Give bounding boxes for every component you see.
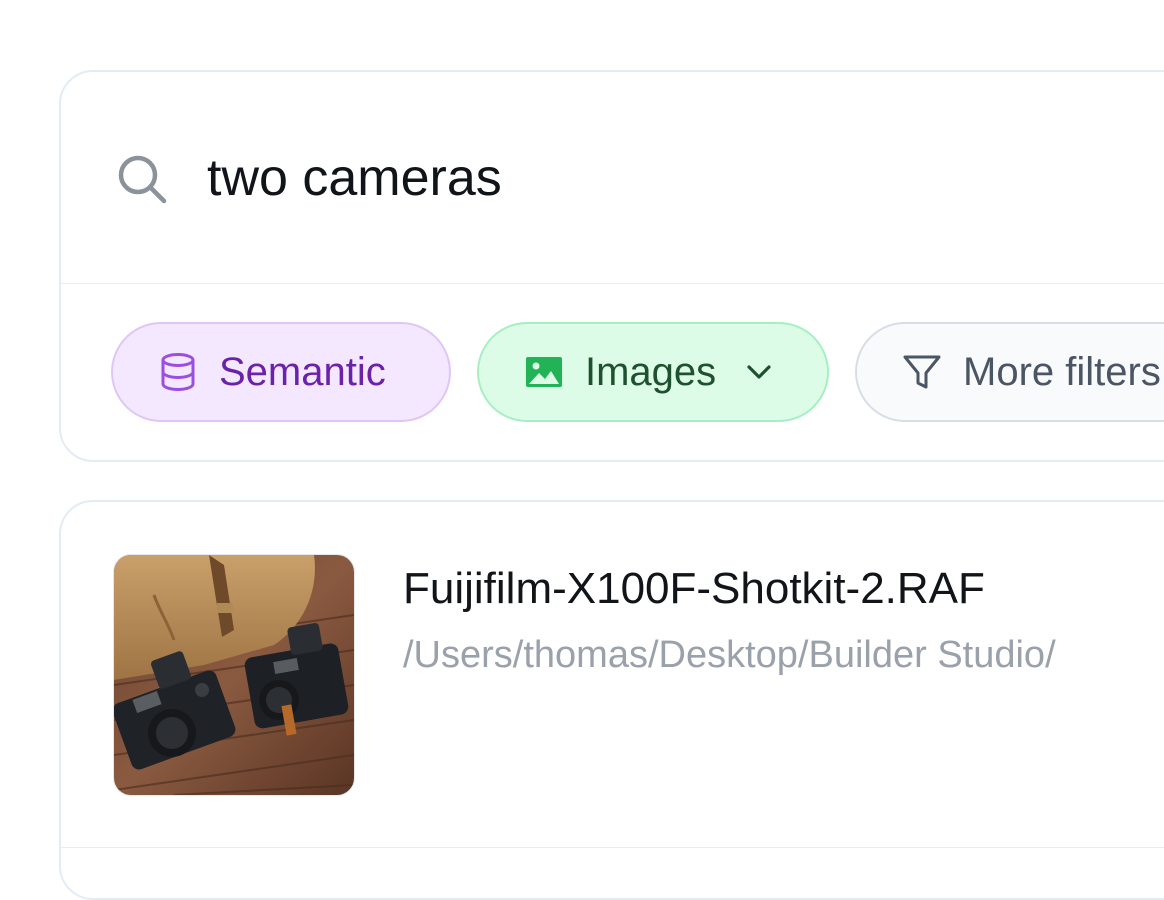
divider bbox=[61, 847, 1164, 848]
more-filters-button[interactable]: More filters bbox=[855, 322, 1164, 422]
chevron-down-icon bbox=[747, 365, 771, 379]
search-icon bbox=[118, 155, 167, 204]
semantic-filter-chip[interactable]: Semantic bbox=[111, 322, 451, 422]
camera-photo-image bbox=[114, 555, 354, 795]
image-icon bbox=[526, 357, 562, 387]
result-list: Fuijifilm-X100F-Shotkit-2.RAF /Users/tho… bbox=[59, 500, 1164, 900]
search-panel: Semantic Images More filters bbox=[59, 70, 1164, 462]
images-filter-dropdown[interactable]: Images bbox=[477, 322, 829, 422]
result-file-name[interactable]: Fuijifilm-X100F-Shotkit-2.RAF bbox=[403, 564, 985, 614]
result-thumbnail[interactable] bbox=[113, 554, 355, 796]
images-filter-label: Images bbox=[585, 349, 717, 394]
search-input[interactable] bbox=[207, 138, 1007, 218]
result-file-path: /Users/thomas/Desktop/Builder Studio/ bbox=[403, 634, 1056, 676]
search-bar bbox=[61, 72, 1164, 284]
filter-bar: Semantic Images More filters bbox=[111, 322, 1164, 422]
filter-icon bbox=[903, 355, 941, 389]
semantic-filter-label: Semantic bbox=[219, 349, 386, 394]
more-filters-label: More filters bbox=[963, 349, 1161, 394]
database-icon bbox=[161, 353, 195, 392]
